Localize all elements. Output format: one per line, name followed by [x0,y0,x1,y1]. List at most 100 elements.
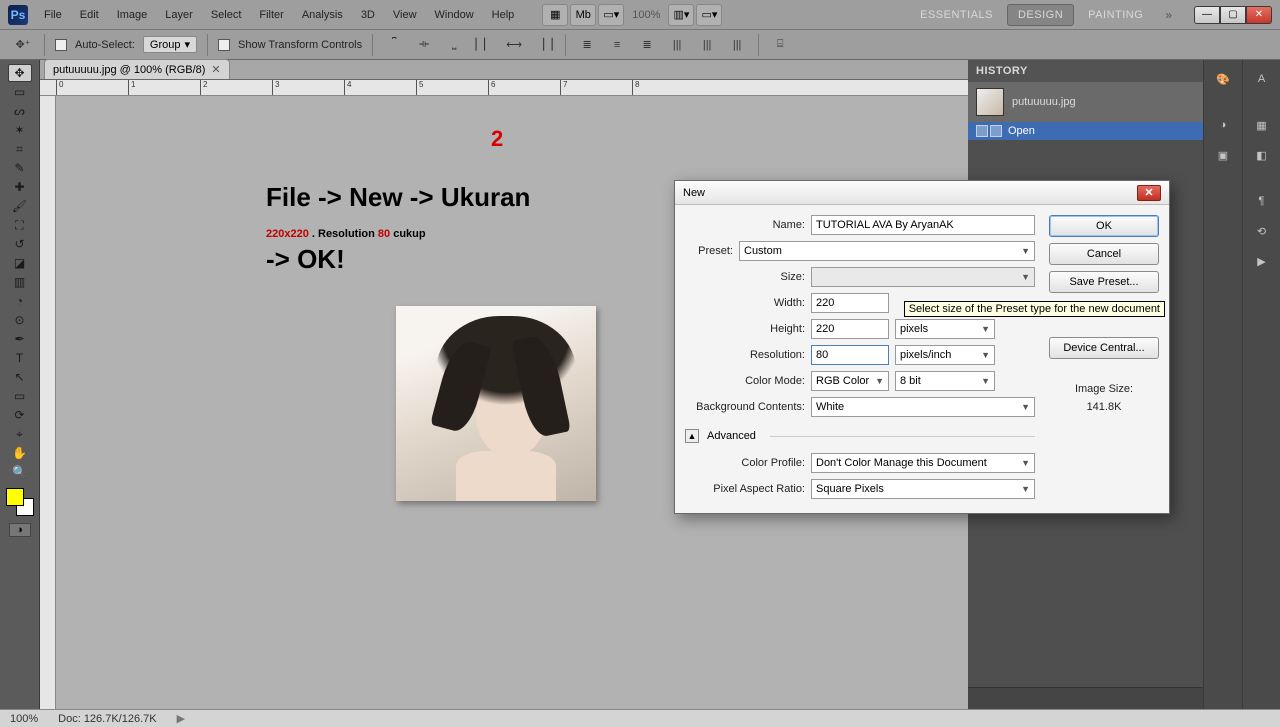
menu-file[interactable]: File [36,5,70,25]
window-close-button[interactable]: ✕ [1246,6,1272,24]
masks-panel-icon[interactable]: ▣ [1211,144,1235,166]
close-tab-icon[interactable]: ✕ [211,63,220,76]
color-panel-icon[interactable]: 🎨 [1211,68,1235,90]
align-right-icon[interactable]: ▕▕ [533,34,555,56]
paragraph-panel-icon[interactable]: ¶ [1250,190,1274,212]
transform-panel-icon[interactable]: ⟲ [1250,220,1274,242]
color-profile-select[interactable]: Don't Color Manage this Document▼ [811,453,1035,473]
distribute-top-icon[interactable]: ≣ [576,34,598,56]
brush-tool-icon[interactable]: 🖌 [8,197,32,215]
healing-tool-icon[interactable]: ✚ [8,178,32,196]
menu-view[interactable]: View [385,5,425,25]
menu-window[interactable]: Window [427,5,482,25]
dodge-tool-icon[interactable]: ⊙ [8,311,32,329]
align-bottom-icon[interactable]: ⎵ [443,34,465,56]
autoselect-checkbox[interactable] [55,39,67,51]
align-hcenter-icon[interactable]: ⟷ [503,34,525,56]
height-unit-select[interactable]: pixels▼ [895,319,995,339]
menu-layer[interactable]: Layer [157,5,201,25]
pixel-ratio-select[interactable]: Square Pixels▼ [811,479,1035,499]
foreground-color-swatch[interactable] [6,488,24,506]
screen-mode-icon[interactable]: ▭▾ [696,4,722,26]
workspace-essentials[interactable]: ESSENTIALS [910,5,1003,25]
autoselect-type-select[interactable]: Group▾ [143,36,197,53]
quick-mask-icon[interactable]: ◑ [9,523,31,537]
zoom-level[interactable]: 100% [632,9,660,21]
3d-camera-tool-icon[interactable]: ⌖ [8,425,32,443]
launch-bridge-icon[interactable]: ▦ [542,4,568,26]
styles-panel-icon[interactable]: ◧ [1250,144,1274,166]
preset-select[interactable]: Custom▼ [739,241,1035,261]
menu-3d[interactable]: 3D [353,5,383,25]
3d-tool-icon[interactable]: ⟳ [8,406,32,424]
menu-image[interactable]: Image [109,5,156,25]
crop-tool-icon[interactable]: ⌗ [8,140,32,158]
menu-edit[interactable]: Edit [72,5,107,25]
path-select-tool-icon[interactable]: ↖ [8,368,32,386]
align-top-icon[interactable]: ⎴ [383,34,405,56]
window-maximize-button[interactable]: ▢ [1220,6,1246,24]
width-input[interactable]: 220 [811,293,889,313]
hand-tool-icon[interactable]: ✋ [8,444,32,462]
auto-align-icon[interactable]: ⌸ [769,34,791,56]
workspace-more-icon[interactable]: » [1157,8,1180,22]
document-tab[interactable]: putuuuuu.jpg @ 100% (RGB/8) ✕ [44,59,230,79]
shape-tool-icon[interactable]: ▭ [8,387,32,405]
zoom-tool-icon[interactable]: 🔍 [8,463,32,481]
workspace-painting[interactable]: PAINTING [1078,5,1153,25]
resolution-unit-select[interactable]: pixels/inch▼ [895,345,995,365]
eraser-tool-icon[interactable]: ◪ [8,254,32,272]
adjustments-panel-icon[interactable]: ◑ [1211,114,1235,136]
blur-tool-icon[interactable]: ◔ [8,292,32,310]
distribute-right-icon[interactable]: ||| [726,34,748,56]
quick-select-tool-icon[interactable]: ✶ [8,121,32,139]
history-state-open[interactable]: Open [968,122,1203,140]
window-minimize-button[interactable]: — [1194,6,1220,24]
status-zoom[interactable]: 100% [10,713,38,725]
menu-select[interactable]: Select [203,5,250,25]
menu-analysis[interactable]: Analysis [294,5,351,25]
marquee-tool-icon[interactable]: ▭ [8,83,32,101]
distribute-hcenter-icon[interactable]: ||| [696,34,718,56]
character-panel-icon[interactable]: A [1250,68,1274,90]
view-extras-icon[interactable]: ▭▾ [598,4,624,26]
color-mode-select[interactable]: RGB Color▼ [811,371,889,391]
workspace-design[interactable]: DESIGN [1007,4,1074,26]
advanced-toggle-icon[interactable]: ▲ [685,429,699,443]
align-left-icon[interactable]: ▏▏ [473,34,495,56]
move-tool-icon[interactable]: ✥⁺ [12,34,34,56]
type-tool-icon[interactable]: T [8,349,32,367]
height-input[interactable]: 220 [811,319,889,339]
eyedropper-tool-icon[interactable]: ✎ [8,159,32,177]
resolution-input[interactable]: 80 [811,345,889,365]
mini-bridge-icon[interactable]: Mb [570,4,596,26]
ok-button[interactable]: OK [1049,215,1159,237]
color-swatches[interactable] [6,488,34,516]
distribute-vcenter-icon[interactable]: ≡ [606,34,628,56]
cancel-button[interactable]: Cancel [1049,243,1159,265]
history-brush-tool-icon[interactable]: ↺ [8,235,32,253]
menu-help[interactable]: Help [484,5,523,25]
swatches-panel-icon[interactable]: ▦ [1250,114,1274,136]
move-tool-icon[interactable]: ✥ [8,64,32,82]
name-input[interactable]: TUTORIAL AVA By AryanAK [811,215,1035,235]
play-panel-icon[interactable]: ▶ [1250,250,1274,272]
status-doc-size[interactable]: Doc: 126.7K/126.7K [58,713,156,725]
transform-checkbox[interactable] [218,39,230,51]
clone-tool-icon[interactable]: ⛶ [8,216,32,234]
arrange-documents-icon[interactable]: ▥▾ [668,4,694,26]
device-central-button[interactable]: Device Central... [1049,337,1159,359]
app-logo-icon[interactable]: Ps [8,5,28,25]
history-source[interactable]: putuuuuu.jpg [968,82,1203,122]
lasso-tool-icon[interactable]: ᔕ [8,102,32,120]
gradient-tool-icon[interactable]: ▥ [8,273,32,291]
save-preset-button[interactable]: Save Preset... [1049,271,1159,293]
bg-select[interactable]: White▼ [811,397,1035,417]
align-vcenter-icon[interactable]: ⟛ [413,34,435,56]
bit-depth-select[interactable]: 8 bit▼ [895,371,995,391]
pen-tool-icon[interactable]: ✒ [8,330,32,348]
distribute-bottom-icon[interactable]: ≣ [636,34,658,56]
dialog-close-button[interactable]: ✕ [1137,185,1161,201]
distribute-left-icon[interactable]: ||| [666,34,688,56]
menu-filter[interactable]: Filter [251,5,291,25]
